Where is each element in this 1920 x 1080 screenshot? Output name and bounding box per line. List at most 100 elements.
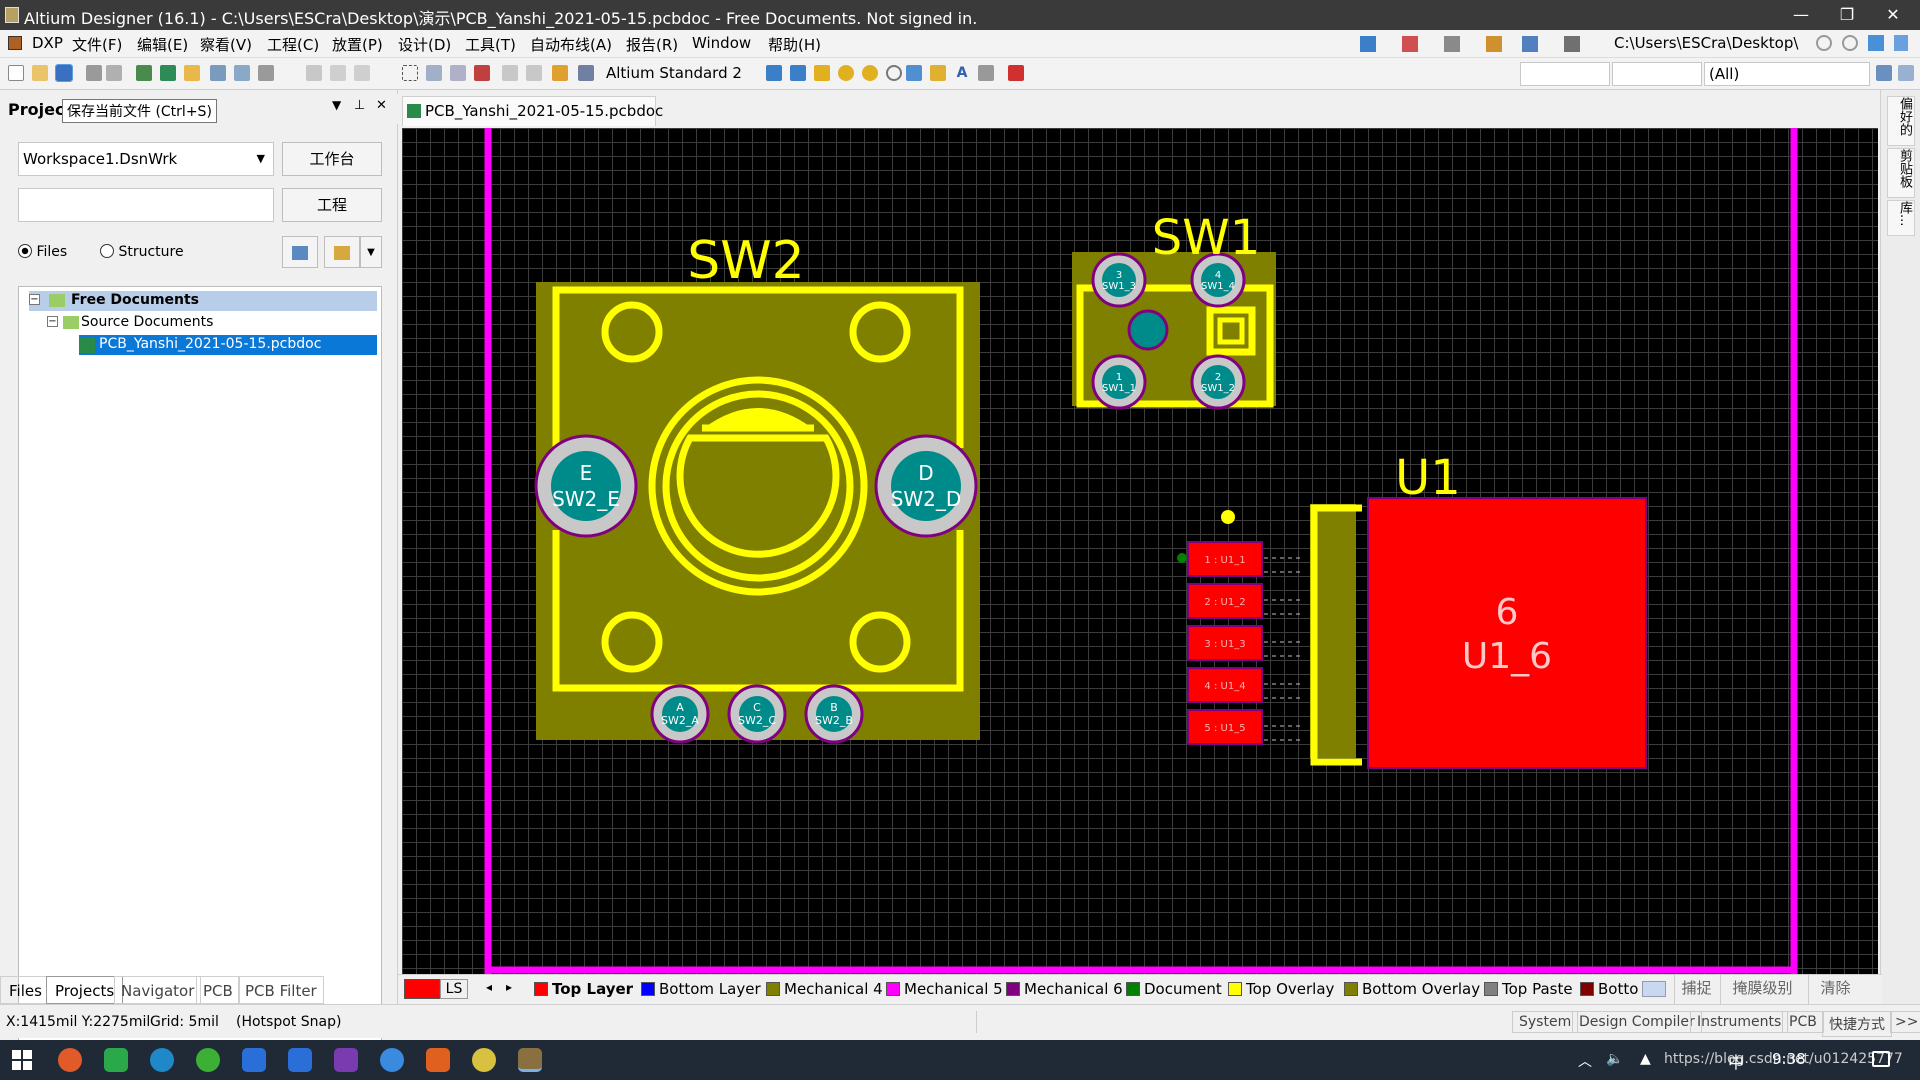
route-icon[interactable]: [1360, 36, 1376, 52]
app-icon-1[interactable]: [58, 1048, 82, 1072]
app-icon-10[interactable]: [472, 1048, 496, 1072]
new-icon[interactable]: [8, 65, 24, 81]
browse-icon[interactable]: [578, 65, 594, 81]
radio-files[interactable]: Files: [18, 244, 67, 260]
zoom-icon[interactable]: [258, 65, 274, 81]
radio-structure[interactable]: Structure: [100, 244, 184, 260]
tab-files[interactable]: Files: [0, 976, 51, 1004]
maximize-button[interactable]: ❐: [1824, 0, 1870, 30]
snap-button[interactable]: 捕捉: [1674, 975, 1718, 1004]
diff-pair-icon[interactable]: [790, 65, 806, 81]
menu-project[interactable]: 工程(C): [267, 34, 319, 55]
deselect-icon[interactable]: [450, 65, 466, 81]
windows-start-icon[interactable]: [12, 1050, 32, 1070]
app-icon-6[interactable]: [288, 1048, 312, 1072]
sw1-center-pad[interactable]: [1127, 309, 1169, 351]
tab-navigator[interactable]: Navigator: [114, 976, 202, 1004]
minimize-button[interactable]: —: [1778, 0, 1824, 30]
tab-instruments[interactable]: Instruments: [1690, 1011, 1789, 1033]
app-icon-9[interactable]: [426, 1048, 450, 1072]
clear-icon[interactable]: [474, 65, 490, 81]
menu-window[interactable]: Window: [692, 34, 751, 52]
move-icon[interactable]: [426, 65, 442, 81]
forward-icon[interactable]: [1842, 35, 1858, 51]
highlight-icon[interactable]: [552, 65, 568, 81]
pcb-canvas[interactable]: SW2 E SW2_E D SW2_D A SW2_A C SW2_C B SW…: [402, 128, 1878, 974]
arc-icon[interactable]: [886, 65, 902, 81]
workspace-combo[interactable]: Workspace1.DsnWrk ▼: [18, 142, 274, 176]
view-config-combo[interactable]: Altium Standard 2: [602, 62, 752, 86]
menu-edit[interactable]: 编辑(E): [137, 34, 188, 55]
layer-top-overlay[interactable]: Top Overlay: [1228, 980, 1334, 998]
pin-icon[interactable]: [1894, 35, 1908, 51]
project-add-dropdown[interactable]: ▼: [360, 236, 382, 268]
tab-pcb[interactable]: PCB: [196, 976, 240, 1004]
tree-root-row[interactable]: − Free Documents: [29, 291, 377, 311]
current-layer-label[interactable]: LS: [440, 979, 468, 999]
filter-combo-b[interactable]: [1612, 62, 1702, 86]
cut-icon[interactable]: [306, 65, 322, 81]
undo-icon[interactable]: [502, 65, 518, 81]
u1-pad-6[interactable]: [1367, 497, 1647, 769]
workspace-button[interactable]: 工作台: [282, 142, 382, 176]
panel-menu-icon[interactable]: ▼: [332, 98, 341, 112]
copy-icon[interactable]: [330, 65, 346, 81]
project-button[interactable]: 工程: [282, 188, 382, 222]
tree-file-row[interactable]: PCB_Yanshi_2021-05-15.pcbdoc: [79, 335, 377, 355]
layer-mech4[interactable]: Mechanical 4: [766, 980, 883, 998]
collapse-icon[interactable]: −: [29, 294, 40, 305]
current-layer-swatch[interactable]: [404, 979, 440, 999]
redo-icon[interactable]: [526, 65, 542, 81]
sw2-component[interactable]: SW2 E SW2_E D SW2_D A SW2_A C SW2_C B SW…: [534, 231, 980, 744]
layer-set-icon[interactable]: [1642, 981, 1666, 997]
sw1-component[interactable]: SW1 3 SW1_3 4 SW1_4 1 SW1_1 2 SW1_2: [1072, 210, 1276, 410]
layer-top[interactable]: Top Layer: [534, 980, 633, 998]
3d-icon[interactable]: [136, 65, 152, 81]
notification-icon[interactable]: [1872, 1051, 1890, 1067]
preview-icon[interactable]: [106, 65, 122, 81]
fill-icon[interactable]: [906, 65, 922, 81]
panel-pin-icon[interactable]: ⊥: [354, 98, 365, 113]
tab-projects[interactable]: Projects: [46, 976, 124, 1004]
menu-view[interactable]: 察看(V): [200, 34, 252, 55]
layer-mech5[interactable]: Mechanical 5: [886, 980, 1003, 998]
interactive-route-icon[interactable]: [766, 65, 782, 81]
dimension-icon[interactable]: [1486, 36, 1502, 52]
document-tab[interactable]: PCB_Yanshi_2021-05-15.pcbdoc: [402, 96, 663, 126]
tab-clipboard[interactable]: 剪贴板: [1887, 148, 1915, 198]
layer-scroll-right-icon[interactable]: ▸: [506, 980, 512, 994]
tray-chevron-icon[interactable]: ︿: [1578, 1051, 1592, 1071]
tree-folder-row[interactable]: − Source Documents: [47, 313, 377, 333]
menu-reports[interactable]: 报告(R): [626, 34, 678, 55]
component-icon[interactable]: [1444, 36, 1460, 52]
tab-design-compiler[interactable]: Design Compiler: [1572, 1011, 1702, 1033]
folder-icon[interactable]: [184, 65, 200, 81]
ime-indicator[interactable]: 中: [1728, 1049, 1744, 1073]
tab-system[interactable]: System: [1512, 1011, 1579, 1033]
menu-place[interactable]: 放置(P): [332, 34, 383, 55]
tab-favorites[interactable]: 偏好的: [1887, 96, 1915, 146]
clear-button[interactable]: 清除: [1808, 975, 1862, 1004]
edge-icon[interactable]: [150, 1048, 174, 1072]
clock-time[interactable]: 9:38: [1772, 1050, 1806, 1068]
paste-icon[interactable]: [354, 65, 370, 81]
project-add-button[interactable]: [324, 236, 360, 268]
layer-bottom-overlay[interactable]: Bottom Overlay: [1344, 980, 1480, 998]
grid-icon[interactable]: [1564, 36, 1580, 52]
project-field[interactable]: [18, 188, 274, 222]
filter-apply-icon[interactable]: [1876, 65, 1892, 81]
pad-icon[interactable]: [838, 65, 854, 81]
menu-file[interactable]: 文件(F): [72, 34, 122, 55]
zoom-fit-icon[interactable]: [210, 65, 226, 81]
layer-top-paste[interactable]: Top Paste: [1484, 980, 1573, 998]
tab-more[interactable]: >>: [1890, 1011, 1920, 1033]
app-icon-5[interactable]: [242, 1048, 266, 1072]
tab-pcb-filter[interactable]: PCB Filter: [238, 976, 324, 1004]
layer-scroll-left-icon[interactable]: ◂: [486, 980, 492, 994]
layer-bottom-paste[interactable]: Botto: [1580, 980, 1638, 998]
app-icon-8[interactable]: [380, 1048, 404, 1072]
zoom-area-icon[interactable]: [234, 65, 250, 81]
project-options-button[interactable]: [282, 236, 318, 268]
altium-taskbar-icon[interactable]: [518, 1048, 542, 1072]
menu-design[interactable]: 设计(D): [398, 34, 451, 55]
